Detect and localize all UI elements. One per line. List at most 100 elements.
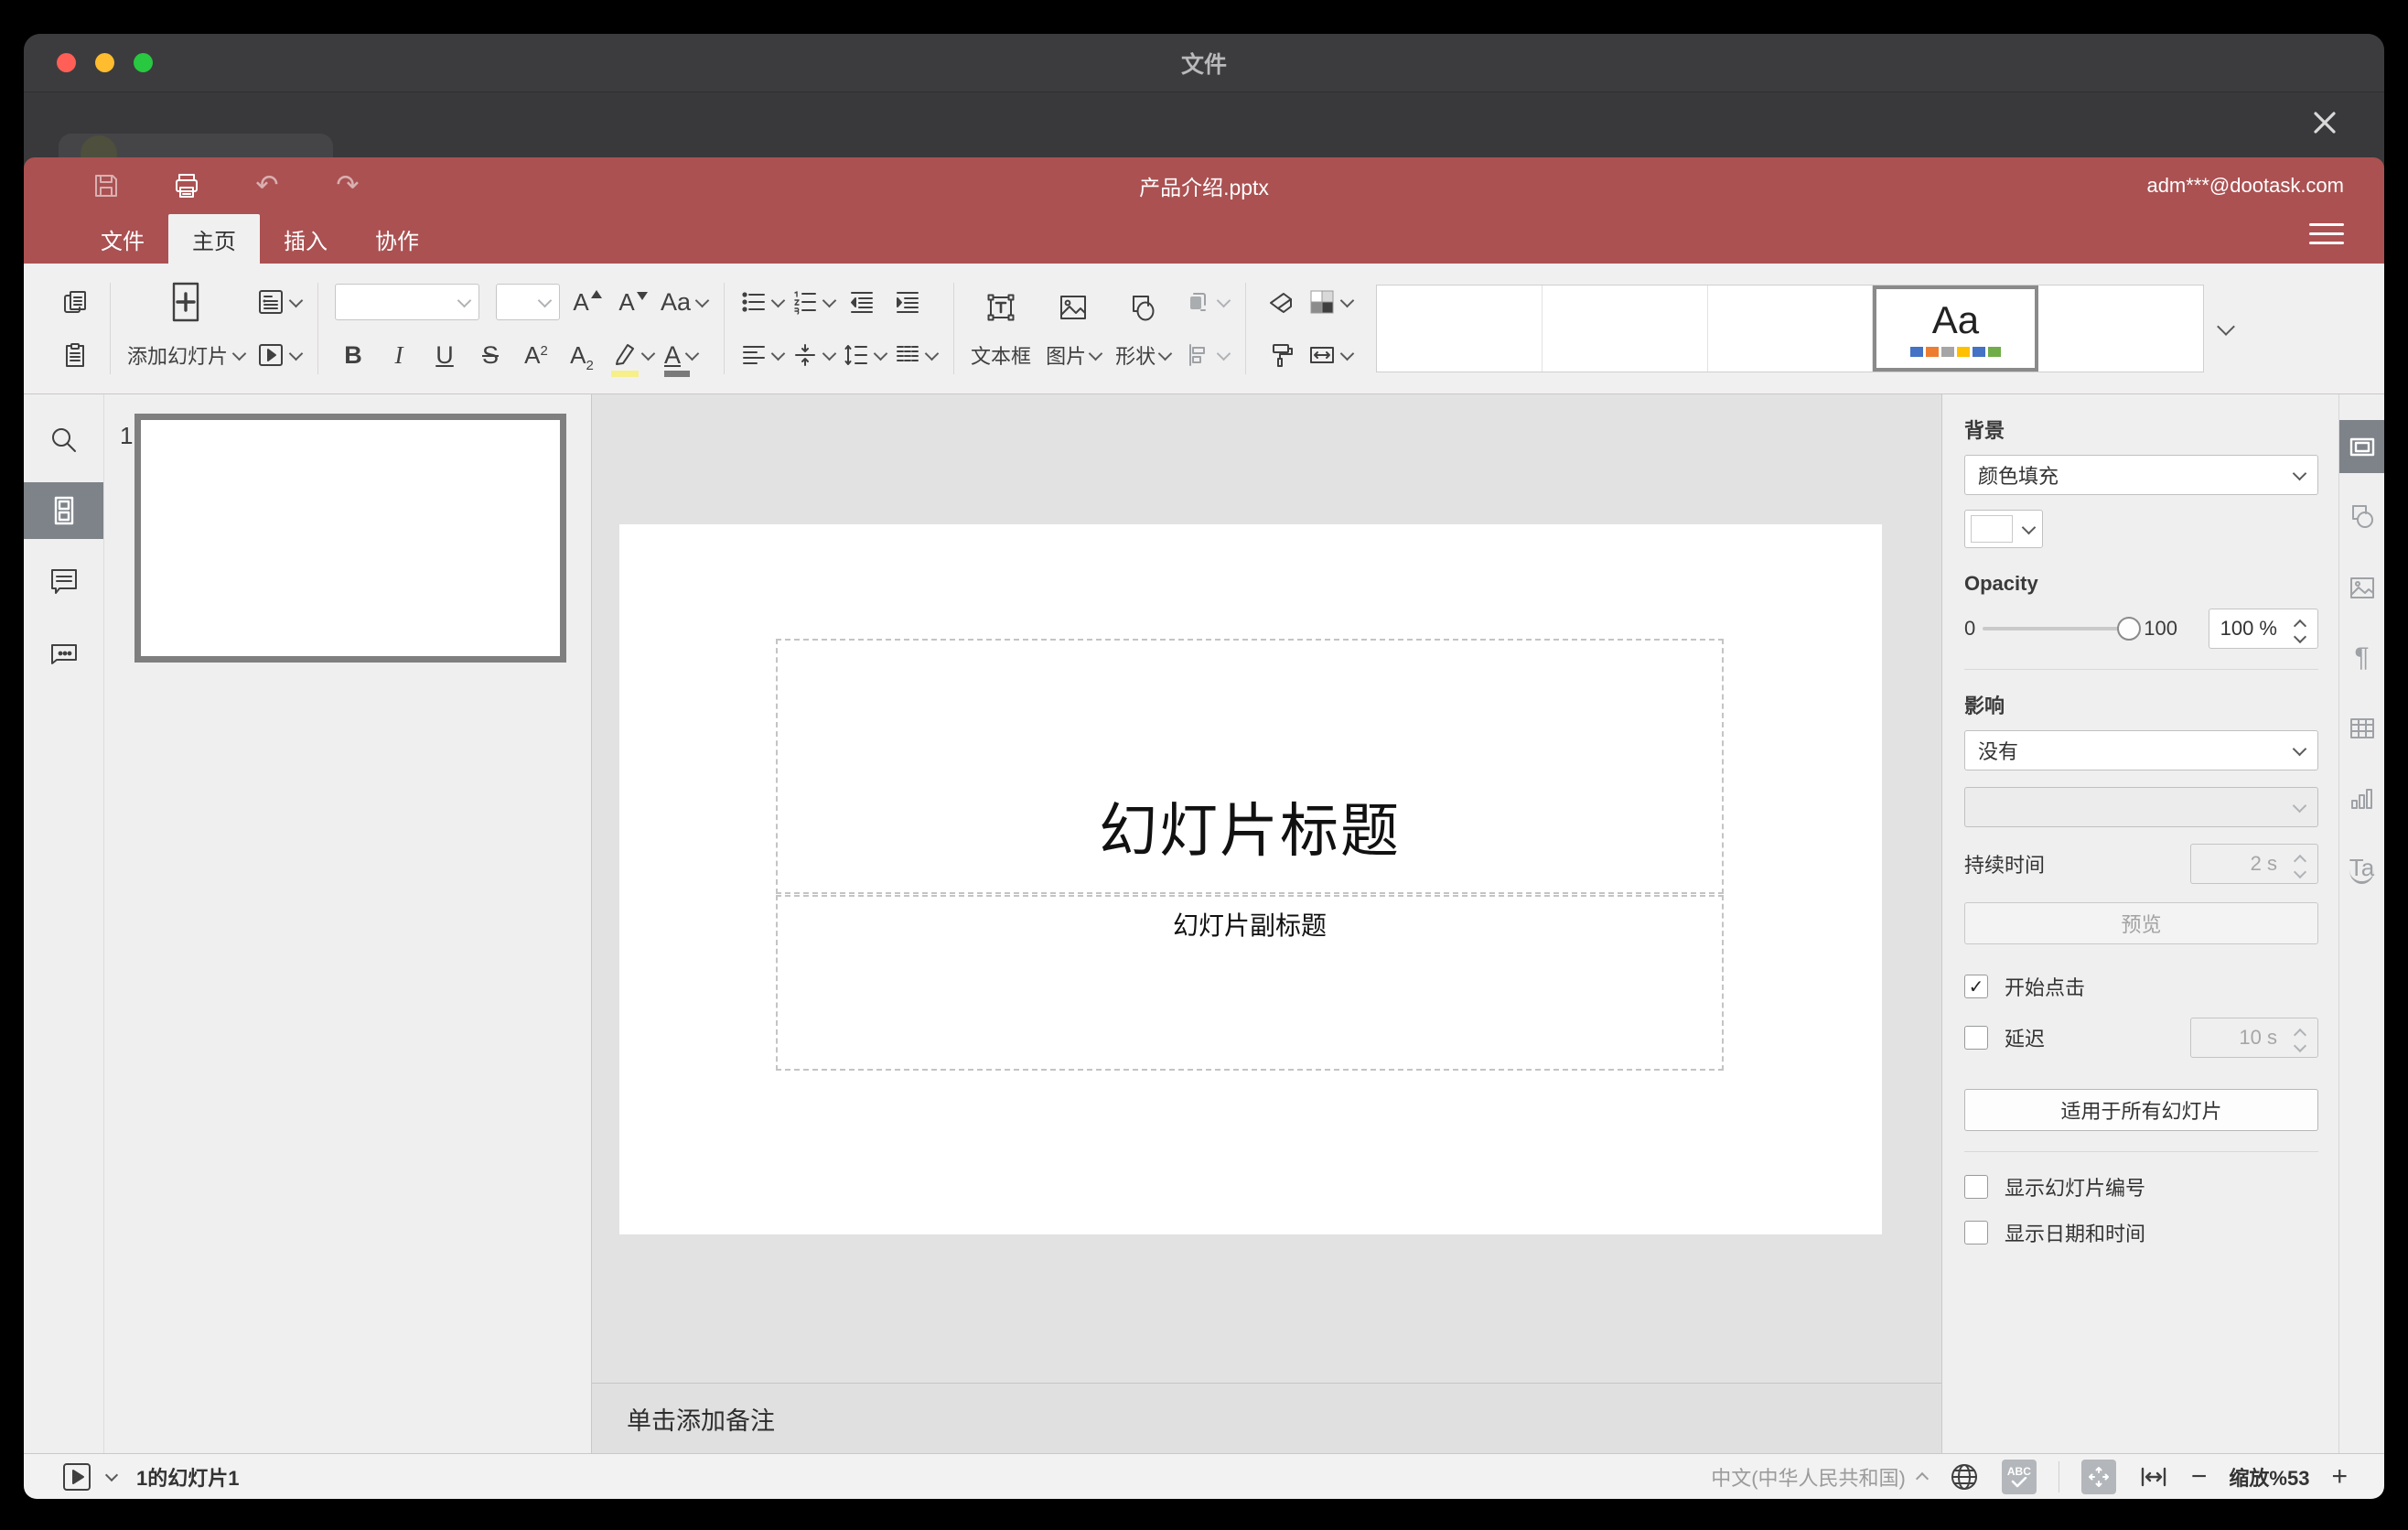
copy-button[interactable] — [57, 282, 93, 322]
paste-button[interactable] — [57, 335, 93, 375]
change-case-button[interactable]: Aa — [661, 282, 710, 322]
down-triangle-icon — [636, 291, 648, 300]
fit-slide-toggle[interactable] — [2080, 1459, 2116, 1494]
show-slide-number-checkbox[interactable] — [1964, 1175, 1988, 1199]
document-language-button[interactable] — [1949, 1461, 1980, 1492]
show-slide-number-label: 显示幻灯片编号 — [2005, 1177, 2146, 1200]
background-fill-select[interactable]: 颜色填充 — [1964, 455, 2318, 495]
bullet-list-button[interactable] — [741, 282, 786, 322]
paragraph-settings-button[interactable]: ¶ — [2339, 631, 2384, 684]
spellcheck-toggle[interactable]: ABC — [2001, 1459, 2037, 1494]
zoom-level: 缩放%53 — [2229, 1466, 2310, 1490]
notes-placeholder: 单击添加备注 — [627, 1406, 775, 1435]
slide-canvas[interactable]: 幻灯片标题 幻灯片副标题 — [592, 394, 1941, 1383]
close-editor-button[interactable] — [2306, 103, 2344, 142]
highlight-color-button[interactable] — [609, 335, 656, 377]
arrange-shape-button[interactable] — [1185, 282, 1231, 322]
theme-item[interactable] — [1543, 286, 1708, 372]
subscript-button[interactable]: A2 — [564, 335, 600, 375]
slide[interactable]: 幻灯片标题 幻灯片副标题 — [619, 524, 1882, 1234]
image-label[interactable]: 图片 — [1046, 340, 1086, 370]
editor-header: ↶ ↷ 产品介绍.pptx adm***@dootask.com 文件 主页 插… — [24, 157, 2384, 264]
preview-button[interactable]: 预览 — [1964, 902, 2318, 944]
image-settings-button[interactable] — [2339, 561, 2384, 614]
view-settings-button[interactable] — [2309, 223, 2344, 244]
preview-options-chevron[interactable] — [104, 1468, 119, 1482]
color-scheme-button[interactable] — [1308, 282, 1355, 322]
subtitle-placeholder[interactable]: 幻灯片副标题 — [776, 895, 1724, 1071]
line-spacing-button[interactable] — [844, 335, 888, 375]
insert-textbox-button[interactable] — [983, 287, 1019, 328]
shape-settings-button[interactable] — [2339, 490, 2384, 544]
apply-to-all-button[interactable]: 适用于所有幻灯片 — [1964, 1089, 2318, 1131]
textart-settings-button[interactable]: Ta — [2339, 843, 2384, 896]
title-placeholder[interactable]: 幻灯片标题 — [776, 639, 1724, 894]
start-preview-button[interactable] — [60, 1460, 93, 1493]
theme-item[interactable] — [1708, 286, 1874, 372]
effect-type-select[interactable] — [1964, 787, 2318, 827]
shape-label[interactable]: 形状 — [1115, 340, 1156, 370]
fit-width-button[interactable] — [2138, 1461, 2169, 1492]
superscript-button[interactable]: A2 — [518, 335, 554, 375]
zoom-in-button[interactable]: + — [2331, 1462, 2348, 1491]
opacity-slider[interactable] — [1983, 617, 2142, 641]
duration-spinner[interactable]: 2 s — [2190, 844, 2318, 884]
window-title: 文件 — [1180, 51, 1227, 78]
numbered-list-button[interactable] — [792, 282, 837, 322]
tab-collaboration[interactable]: 协作 — [351, 214, 443, 264]
notes-area[interactable]: 单击添加备注 — [592, 1383, 1941, 1453]
left-rail — [24, 394, 104, 1453]
delay-checkbox[interactable] — [1964, 1026, 1988, 1050]
theme-item[interactable] — [2038, 286, 2203, 372]
change-layout-button[interactable] — [257, 282, 304, 322]
slide-settings-button[interactable] — [2339, 420, 2384, 473]
chat-panel-button[interactable] — [24, 632, 103, 680]
theme-gallery-expand-button[interactable] — [2204, 285, 2244, 372]
background-color-picker[interactable] — [1964, 510, 2043, 548]
insert-image-button[interactable] — [1055, 287, 1091, 328]
decrease-font-button[interactable]: A — [615, 282, 651, 322]
add-slide-button[interactable] — [127, 282, 244, 322]
add-slide-menu[interactable]: 添加幻灯片 — [127, 335, 247, 375]
slide-thumbnail-1[interactable] — [134, 414, 566, 663]
language-selector[interactable]: 中文(中华人民共和国) — [1711, 1462, 1929, 1492]
copy-style-button[interactable] — [1263, 335, 1299, 375]
slide-size-button[interactable] — [1308, 335, 1355, 375]
columns-button[interactable] — [895, 335, 940, 375]
italic-button[interactable]: I — [381, 335, 417, 375]
underline-button[interactable]: U — [426, 335, 463, 375]
opacity-spinner[interactable]: 100 % — [2209, 609, 2318, 649]
comments-panel-button[interactable] — [24, 557, 103, 605]
increase-indent-button[interactable] — [889, 282, 926, 322]
align-shape-button[interactable] — [1185, 335, 1231, 375]
horizontal-align-button[interactable] — [741, 335, 786, 375]
font-name-combobox[interactable] — [335, 284, 480, 320]
font-color-button[interactable]: A — [662, 335, 700, 377]
textbox-label: 文本框 — [971, 345, 1032, 368]
slides-panel-button[interactable] — [24, 482, 103, 539]
search-panel-button[interactable] — [24, 416, 103, 464]
panel-divider — [1964, 669, 2318, 670]
strikethrough-button[interactable]: S — [472, 335, 509, 375]
show-date-checkbox[interactable] — [1964, 1221, 1988, 1244]
start-on-click-checkbox[interactable]: ✓ — [1964, 975, 1988, 998]
delay-spinner[interactable]: 10 s — [2190, 1018, 2318, 1058]
start-slideshow-button[interactable] — [257, 335, 304, 375]
tab-insert[interactable]: 插入 — [260, 214, 351, 264]
bold-button[interactable]: B — [335, 335, 371, 375]
insert-shape-button[interactable] — [1124, 287, 1161, 328]
chart-settings-button[interactable] — [2339, 772, 2384, 825]
zoom-out-button[interactable]: − — [2191, 1462, 2208, 1491]
theme-item[interactable] — [1377, 286, 1543, 372]
tab-file[interactable]: 文件 — [77, 214, 168, 264]
table-settings-button[interactable] — [2339, 702, 2384, 755]
theme-item-selected[interactable]: Aa — [1873, 286, 2039, 372]
vertical-align-button[interactable] — [792, 335, 837, 375]
clear-style-button[interactable] — [1263, 282, 1299, 322]
effect-select[interactable]: 没有 — [1964, 730, 2318, 770]
tab-home[interactable]: 主页 — [168, 214, 260, 264]
increase-font-button[interactable]: A — [569, 282, 606, 322]
opacity-slider-handle[interactable] — [2117, 617, 2142, 641]
font-size-combobox[interactable] — [496, 284, 561, 320]
decrease-indent-button[interactable] — [844, 282, 880, 322]
